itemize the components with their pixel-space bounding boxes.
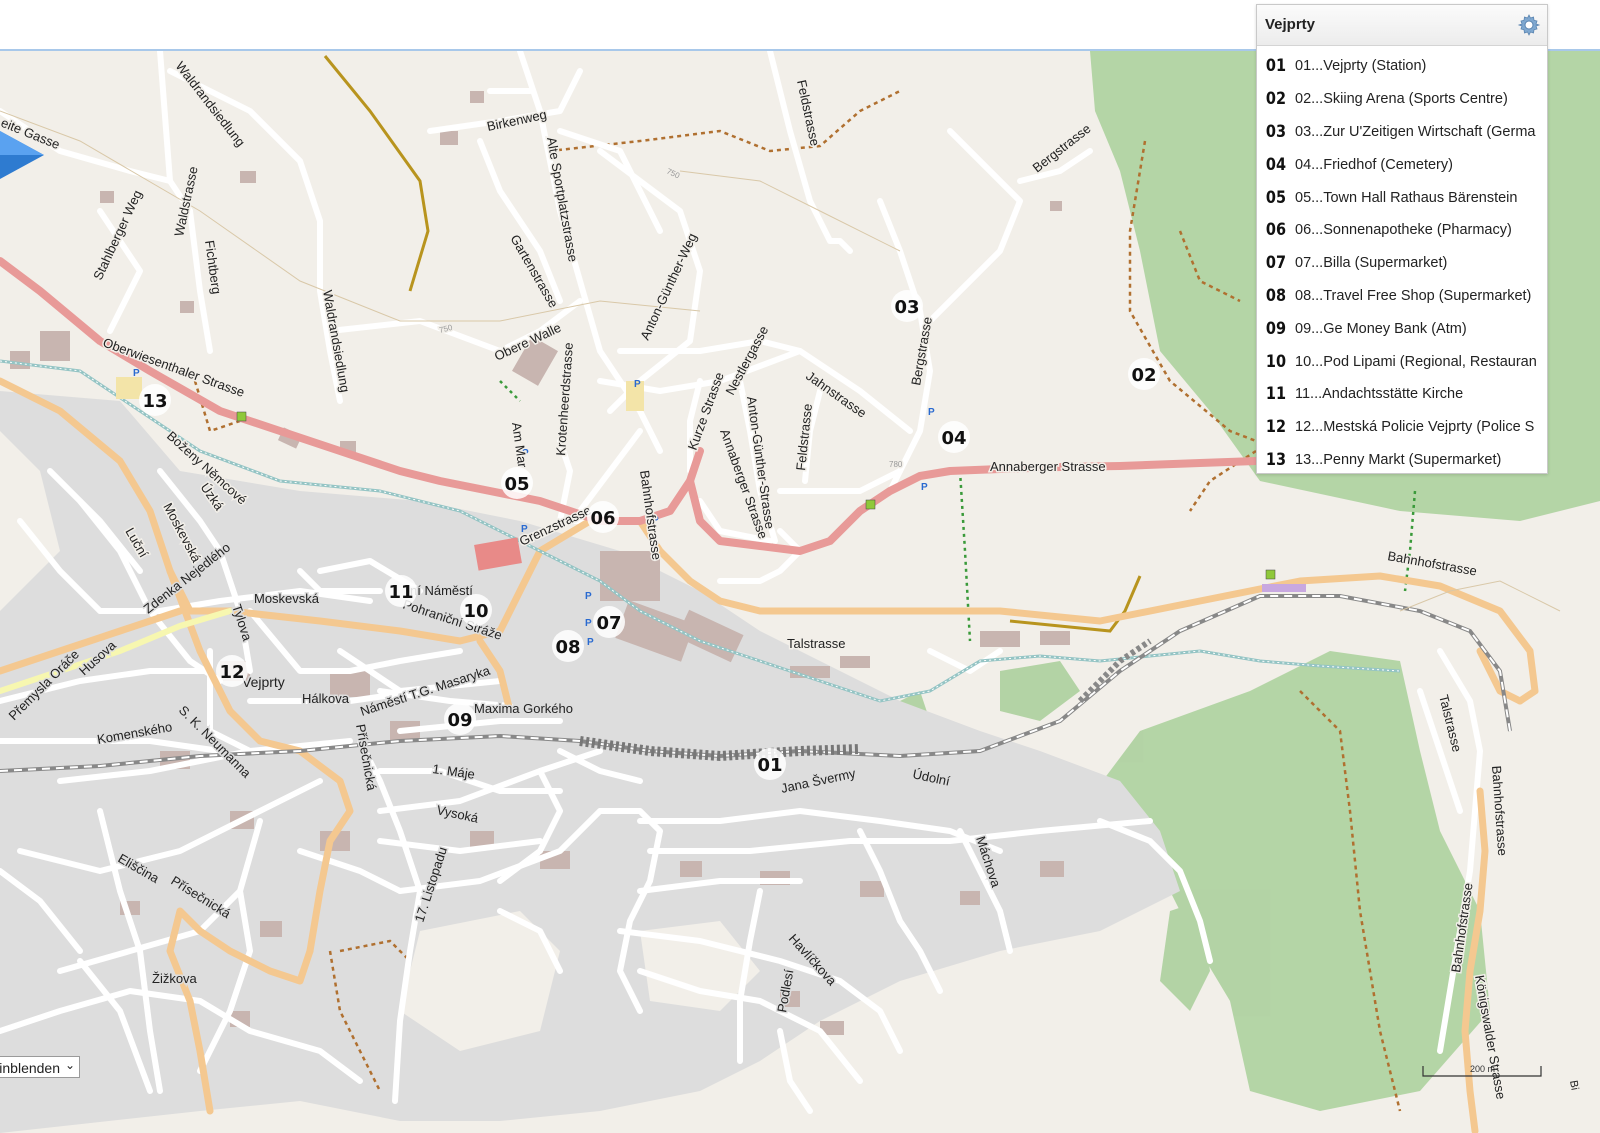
poi-marker[interactable]: 10 (460, 594, 492, 626)
scale-bar: 200 m (1422, 1058, 1542, 1080)
poi-label: 10...Pod Lipami (Regional, Restauran (1295, 353, 1537, 370)
street-label: Moskevská (254, 591, 320, 606)
poi-list-item[interactable]: 11 11...Andachtsstätte Kirche (1257, 378, 1547, 411)
poi-marker-label: 01 (757, 755, 782, 776)
poi-list-item[interactable]: 07 07...Billa (Supermarket) (1257, 247, 1547, 280)
layer-select[interactable]: Einblenden ⌄ (0, 1056, 80, 1078)
poi-number: 01 (1265, 56, 1287, 77)
street-label: Annaberger Strasse (990, 459, 1106, 474)
svg-text:P: P (587, 637, 594, 648)
poi-marker-label: 09 (447, 710, 472, 731)
poi-marker[interactable]: 03 (891, 290, 923, 322)
poi-marker[interactable]: 11 (385, 575, 417, 607)
street-label: Maxima Gorkého (474, 701, 573, 716)
street-label: Vejprty (242, 674, 285, 690)
poi-marker[interactable]: 07 (593, 606, 625, 638)
poi-marker[interactable]: 13 (139, 384, 171, 416)
poi-number: 08 (1265, 285, 1287, 306)
street-label: ní Náměstí (410, 583, 473, 598)
poi-list-item[interactable]: 09 09...Ge Money Bank (Atm) (1257, 312, 1547, 345)
poi-label: 02...Skiing Arena (Sports Centre) (1295, 91, 1508, 108)
street-label: Talstrasse (787, 636, 846, 651)
poi-label: 07...Billa (Supermarket) (1295, 255, 1448, 272)
poi-list-item[interactable]: 10 10...Pod Lipami (Regional, Restauran (1257, 345, 1547, 378)
poi-number: 13 (1265, 449, 1287, 470)
poi-marker-label: 02 (1131, 365, 1156, 386)
poi-marker-label: 10 (463, 601, 488, 622)
poi-marker-label: 07 (596, 613, 621, 634)
panel-title: Vejprty (1265, 16, 1316, 33)
edge-label: Bi (1567, 1079, 1581, 1091)
scale-label: 200 m (1470, 1064, 1495, 1074)
svg-text:P: P (585, 591, 592, 602)
poi-label: 11...Andachtsstätte Kirche (1295, 386, 1464, 403)
poi-list-item[interactable]: 02 02...Skiing Arena (Sports Centre) (1257, 83, 1547, 116)
poi-label: 09...Ge Money Bank (Atm) (1295, 320, 1467, 337)
poi-number: 05 (1265, 187, 1287, 208)
poi-label: 03...Zur U'Zeitigen Wirtschaft (Germa (1295, 123, 1536, 140)
street-label: Hálkova (302, 691, 350, 706)
poi-list-item[interactable]: 05 05...Town Hall Rathaus Bärenstein (1257, 181, 1547, 214)
poi-number: 11 (1265, 384, 1287, 405)
poi-label: 08...Travel Free Shop (Supermarket) (1295, 287, 1532, 304)
svg-text:P: P (921, 482, 928, 493)
gear-icon[interactable] (1517, 13, 1541, 37)
svg-text:P: P (133, 368, 140, 379)
poi-label: 13...Penny Markt (Supermarket) (1295, 451, 1502, 468)
poi-number: 06 (1265, 220, 1287, 241)
poi-list-item[interactable]: 12 12...Mestská Policie Vejprty (Police S (1257, 411, 1547, 444)
poi-list-item[interactable]: 08 08...Travel Free Shop (Supermarket) (1257, 280, 1547, 313)
poi-label: 01...Vejprty (Station) (1295, 58, 1427, 75)
chevron-down-icon[interactable]: ⌄ (65, 1058, 75, 1072)
poi-number: 03 (1265, 121, 1287, 142)
poi-number: 09 (1265, 318, 1287, 339)
poi-marker[interactable]: 09 (444, 703, 476, 735)
poi-list: 01 01...Vejprty (Station) 02 02...Skiing Ar… (1257, 46, 1547, 476)
poi-label: 12...Mestská Policie Vejprty (Police S (1295, 419, 1535, 436)
svg-text:P: P (585, 618, 592, 629)
poi-marker[interactable]: 01 (754, 748, 786, 780)
poi-list-item[interactable]: 03 03...Zur U'Zeitigen Wirtschaft (Germa (1257, 116, 1547, 149)
poi-list-item[interactable]: 13 13...Penny Markt (Supermarket) (1257, 444, 1547, 477)
poi-label: 06...Sonnenapotheke (Pharmacy) (1295, 222, 1512, 239)
poi-label: 05...Town Hall Rathaus Bärenstein (1295, 189, 1518, 206)
poi-number: 07 (1265, 253, 1287, 274)
parking-area-13 (116, 377, 142, 399)
poi-marker[interactable]: 08 (552, 630, 584, 662)
poi-marker[interactable]: 05 (501, 467, 533, 499)
poi-list-item[interactable]: 04 04...Friedhof (Cemetery) (1257, 148, 1547, 181)
poi-marker-label: 06 (590, 508, 615, 529)
poi-number: 12 (1265, 417, 1287, 438)
contour-label: 780 (889, 460, 903, 469)
poi-label: 04...Friedhof (Cemetery) (1295, 156, 1453, 173)
street-label: Žižkova (152, 971, 198, 986)
poi-list-item[interactable]: 06 06...Sonnenapotheke (Pharmacy) (1257, 214, 1547, 247)
poi-marker[interactable]: 12 (216, 655, 248, 687)
poi-marker-label: 12 (219, 662, 244, 683)
poi-marker[interactable]: 02 (1128, 358, 1160, 390)
poi-marker[interactable]: 04 (938, 421, 970, 453)
station-platform (1262, 584, 1306, 592)
poi-marker-label: 03 (894, 297, 919, 318)
poi-number: 04 (1265, 154, 1287, 175)
svg-text:P: P (634, 379, 641, 390)
poi-number: 10 (1265, 351, 1287, 372)
poi-panel-header: Vejprty (1257, 5, 1547, 46)
poi-list-item[interactable]: 01 01...Vejprty (Station) (1257, 50, 1547, 83)
poi-marker-label: 11 (388, 582, 413, 603)
layer-select-value: Einblenden (0, 1060, 60, 1076)
svg-text:P: P (928, 407, 935, 418)
poi-marker-label: 04 (941, 428, 966, 449)
poi-marker-label: 13 (142, 391, 167, 412)
poi-number: 02 (1265, 89, 1287, 110)
poi-marker-label: 08 (555, 637, 580, 658)
poi-panel: Vejprty 01 01...Vejprty (Station) 02 02...S… (1256, 4, 1548, 474)
poi-marker-label: 05 (504, 474, 529, 495)
poi-marker[interactable]: 06 (587, 501, 619, 533)
